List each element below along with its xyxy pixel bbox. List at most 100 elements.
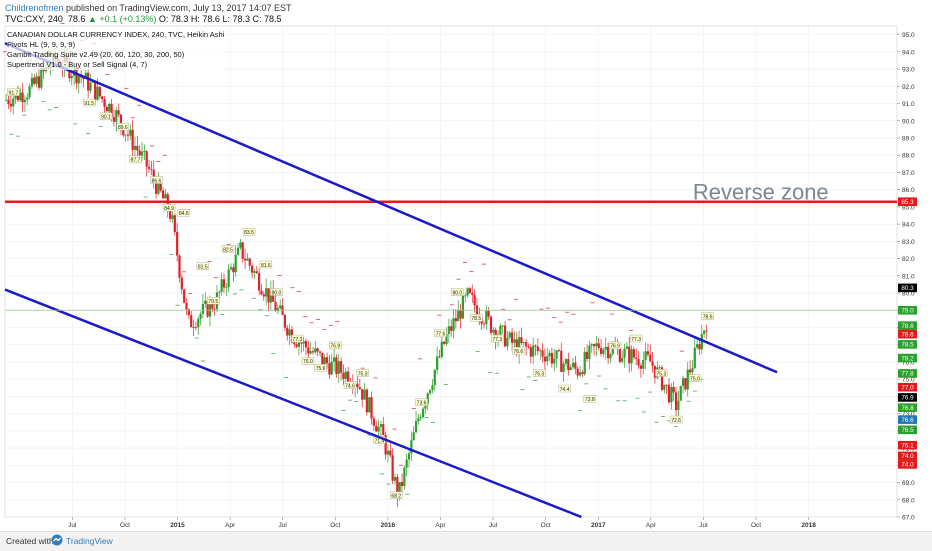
candle-body [576, 368, 579, 376]
candle-body [169, 210, 172, 219]
candle-body [77, 76, 80, 84]
tradingview-brand[interactable]: TradingView [66, 536, 113, 546]
candle-body [703, 330, 706, 334]
candle-body [536, 346, 539, 352]
y-tick-label: 81.0 [902, 273, 915, 280]
legend-series-title: CANADIAN DOLLAR CURRENCY INDEX, 240, TVC… [7, 30, 225, 40]
candle-body [265, 288, 268, 297]
pivot-label: 72.6 [671, 418, 681, 424]
candle-body [222, 279, 226, 288]
candle-body [96, 86, 99, 100]
price-badge-label: 80.3 [901, 285, 914, 292]
x-tick-label: Jul [699, 522, 708, 529]
candle-body [201, 303, 205, 314]
candle-body [304, 341, 308, 348]
candle-body [356, 383, 359, 388]
candle-body [262, 294, 265, 297]
candle-body [688, 369, 692, 373]
candle-body [274, 301, 277, 312]
candle-body [562, 363, 565, 372]
x-tick-label: 2016 [381, 522, 396, 529]
candle-body [178, 255, 181, 278]
price-badge-label: 76.5 [901, 427, 914, 434]
candle-body [557, 350, 561, 352]
candle-body [686, 369, 689, 390]
candle-body [393, 476, 397, 481]
candle-body [117, 110, 120, 115]
candle-body [405, 459, 408, 468]
candle-body [133, 145, 137, 150]
price-chart[interactable]: 95.0 94.0 93.0 92.0 91.0 90.0 89.0 88.0 87.0 86.0… [0, 0, 932, 531]
candle-body [693, 347, 696, 369]
candle-body [342, 372, 345, 379]
pivot-label: 80.0 [452, 290, 462, 296]
candle-body [649, 354, 652, 362]
candle-body [21, 92, 24, 103]
candle-body [344, 371, 347, 379]
pivot-label: 84.6 [179, 211, 189, 217]
reverse-zone-annotation: Reverse zone [693, 180, 829, 205]
candle-body [412, 432, 415, 441]
candle-body [548, 352, 551, 357]
candle-body [482, 323, 486, 325]
candle-body [522, 342, 525, 344]
candle-body [337, 361, 340, 374]
candle-body [489, 316, 493, 333]
candle-body [241, 242, 244, 259]
candle-body [288, 329, 291, 336]
price-badge-label: 76.6 [901, 417, 914, 424]
y-tick-label: 93.0 [902, 67, 915, 74]
candle-body [335, 357, 338, 374]
candle-body [23, 99, 27, 103]
candle-body [492, 329, 495, 333]
candle-body [642, 360, 645, 369]
candle-body [487, 310, 490, 317]
candle-body [276, 308, 279, 312]
candle-body [309, 351, 312, 354]
candle-body [607, 347, 610, 359]
candle-body [501, 325, 504, 327]
candle-body [646, 351, 650, 355]
candle-body [663, 384, 666, 390]
y-tick-label: 84.0 [902, 222, 915, 229]
candle-body [520, 337, 523, 344]
candle-body [421, 408, 425, 418]
candle-body [464, 295, 467, 297]
pivot-label: 86.6 [152, 178, 162, 184]
pivot-label: 76.6 [513, 349, 523, 355]
candle-body [253, 271, 256, 273]
price-badge-label: 85.3 [901, 199, 914, 206]
pivot-label: 75.3 [657, 371, 667, 377]
candle-body [635, 357, 638, 359]
pivot-label: 77.3 [293, 337, 303, 343]
candle-body [35, 76, 38, 84]
x-tick-label: Jul [489, 522, 498, 529]
candle-body [400, 482, 404, 487]
candle-body [145, 151, 148, 167]
candle-body [180, 277, 183, 290]
candle-body [541, 350, 544, 357]
pivot-label: 75.3 [534, 371, 544, 377]
candle-body [503, 325, 507, 347]
candle-body [129, 129, 132, 136]
pivot-label: 75.3 [358, 371, 368, 377]
candle-body [358, 387, 361, 390]
candle-body [471, 292, 474, 295]
candle-body [665, 384, 668, 386]
candle-body [136, 145, 139, 151]
candle-body [433, 369, 436, 386]
pivot-label: 87.7 [131, 158, 141, 164]
candle-body [176, 231, 179, 256]
candle-body [375, 425, 378, 432]
y-tick-label: 87.0 [902, 170, 915, 177]
candle-body [499, 325, 502, 335]
candle-body [239, 242, 242, 248]
candle-body [705, 330, 708, 332]
pivot-label: 91.7 [9, 90, 19, 96]
candle-body [447, 326, 450, 335]
candle-body [684, 378, 687, 390]
candle-body [227, 269, 230, 287]
candle-body [234, 254, 237, 273]
candle-body [628, 346, 631, 364]
price-badge-label: 79.0 [901, 308, 914, 315]
